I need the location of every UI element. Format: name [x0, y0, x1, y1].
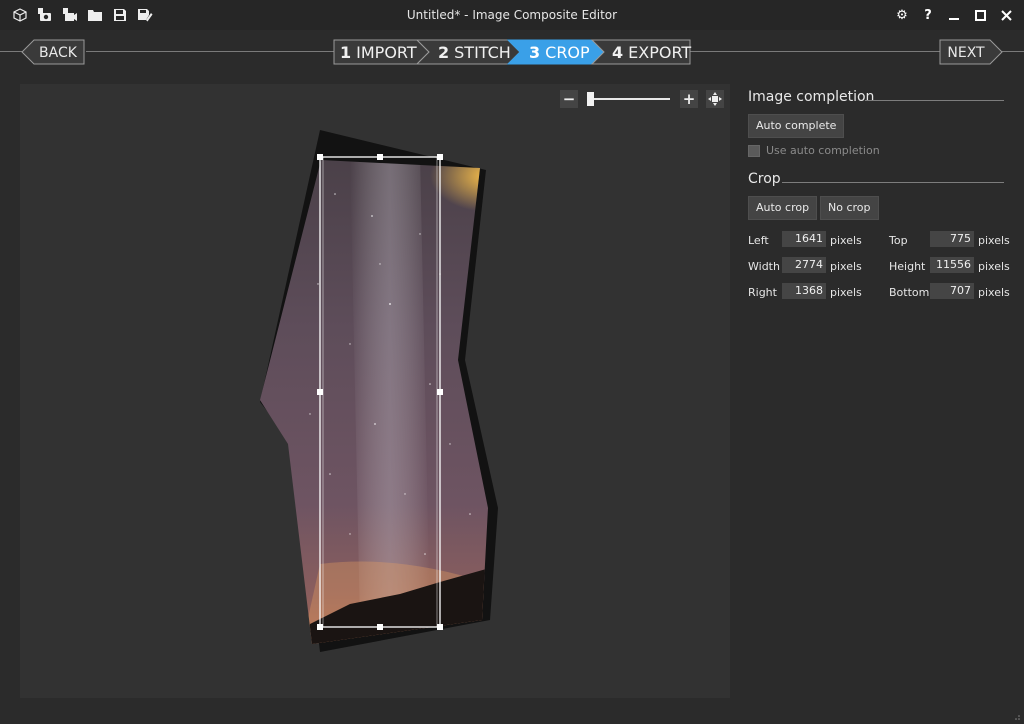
new-project-icon[interactable] [12, 7, 28, 23]
close-icon[interactable] [998, 6, 1014, 24]
next-button[interactable]: NEXT [939, 39, 1003, 65]
step-crop-label: CROP [545, 43, 590, 62]
crop-handle-bottom[interactable] [377, 624, 383, 630]
step-bar-graphics: BACK 1 IMPORT 2 STITCH 3 CROP 4 EXPORT N… [21, 39, 1003, 65]
left-input[interactable]: 1641 [782, 231, 826, 247]
left-unit: pixels [830, 234, 862, 247]
window-controls: ⚙ ? [894, 6, 1014, 24]
use-auto-completion-label: Use auto completion [766, 144, 880, 157]
width-label: Width [748, 260, 780, 273]
minimize-icon[interactable] [946, 6, 962, 24]
height-input[interactable]: 11556 [930, 257, 974, 273]
step-import[interactable]: 1 IMPORT [333, 39, 430, 65]
crop-section-title: Crop [748, 171, 781, 187]
left-label: Left [748, 234, 769, 247]
maximize-icon[interactable] [972, 6, 988, 24]
crop-handle-top-right[interactable] [437, 154, 443, 160]
window-title: Untitled* - Image Composite Editor [406, 8, 618, 22]
zoom-slider-thumb[interactable] [587, 92, 595, 106]
title-bar: Untitled* - Image Composite Editor ⚙ ? [0, 0, 1024, 30]
width-input[interactable]: 2774 [782, 257, 826, 273]
height-unit: pixels [978, 260, 1010, 273]
fit-to-window-button[interactable] [706, 90, 724, 108]
bottom-input[interactable]: 707 [930, 283, 974, 299]
panorama-preview [260, 130, 498, 652]
properties-panel: Image completion Auto complete Use auto … [748, 84, 1010, 698]
zoom-slider-track[interactable] [588, 98, 670, 100]
crop-handle-top[interactable] [377, 154, 383, 160]
quick-toolbar [12, 7, 153, 23]
step-export-label: EXPORT [628, 43, 691, 62]
save-icon[interactable] [112, 7, 128, 23]
crop-canvas[interactable] [20, 84, 730, 698]
right-label: Right [748, 286, 777, 299]
image-completion-rule [865, 100, 1004, 101]
step-crop-number: 3 [529, 43, 540, 62]
fit-to-window-icon [708, 92, 722, 106]
new-panorama-icon[interactable] [37, 7, 53, 23]
use-auto-completion-row: Use auto completion [748, 144, 880, 157]
top-label: Top [889, 234, 908, 247]
back-button-label: BACK [39, 45, 78, 61]
settings-icon[interactable]: ⚙ [894, 6, 910, 24]
zoom-in-button[interactable]: + [680, 90, 698, 108]
step-export-number: 4 [612, 43, 623, 62]
back-button[interactable]: BACK [21, 39, 85, 65]
right-input[interactable]: 1368 [782, 283, 826, 299]
no-crop-button[interactable]: No crop [820, 196, 879, 220]
svg-text:3CROP: 3 CROP [529, 43, 590, 62]
save-as-icon[interactable] [137, 7, 153, 23]
step-stitch-number: 2 [438, 43, 449, 62]
crop-handle-top-left[interactable] [317, 154, 323, 160]
zoom-controls: − + [560, 90, 726, 108]
auto-complete-button[interactable]: Auto complete [748, 114, 845, 138]
crop-handle-right[interactable] [437, 389, 443, 395]
use-auto-completion-checkbox[interactable] [748, 144, 760, 157]
crop-handle-left[interactable] [317, 389, 323, 395]
bottom-label: Bottom [889, 286, 930, 299]
top-unit: pixels [978, 234, 1010, 247]
right-unit: pixels [830, 286, 862, 299]
image-completion-title: Image completion [748, 89, 875, 105]
crop-section-rule [782, 182, 1004, 183]
resize-grip-icon[interactable] [1012, 705, 1020, 720]
open-folder-icon[interactable] [87, 7, 103, 23]
crop-handle-bottom-left[interactable] [317, 624, 323, 630]
zoom-out-button[interactable]: − [560, 90, 578, 108]
crop-handle-bottom-right[interactable] [437, 624, 443, 630]
step-stitch-label: STITCH [454, 43, 511, 62]
new-video-panorama-icon[interactable] [62, 7, 78, 23]
step-export[interactable]: 4 EXPORT [590, 39, 691, 65]
help-icon[interactable]: ? [920, 6, 936, 24]
step-crop[interactable]: 3 CROP [506, 39, 605, 65]
next-button-label: NEXT [947, 45, 985, 61]
height-label: Height [889, 260, 926, 273]
width-unit: pixels [830, 260, 862, 273]
bottom-unit: pixels [978, 286, 1010, 299]
svg-text:2STITCH: 2 STITCH [438, 43, 511, 62]
step-stitch[interactable]: 2 STITCH [415, 39, 521, 65]
auto-crop-button[interactable]: Auto crop [748, 196, 818, 220]
wizard-step-bar: BACK 1 IMPORT 2 STITCH 3 CROP 4 EXPORT N… [0, 30, 1024, 74]
step-import-number: 1 [340, 43, 351, 62]
step-import-label: IMPORT [356, 43, 417, 62]
top-input[interactable]: 775 [930, 231, 974, 247]
